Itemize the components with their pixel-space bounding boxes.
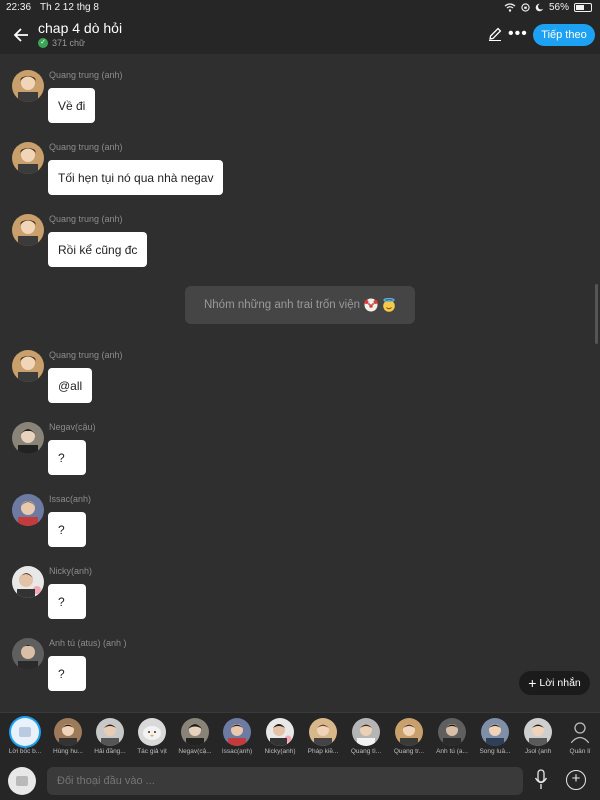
status-bar: 22:36 Th 2 12 thg 8 56% bbox=[0, 0, 600, 16]
character-label: Nicky(anh) bbox=[264, 748, 296, 755]
manage-characters-button[interactable]: Quản lí bbox=[560, 718, 600, 755]
character-strip: Lời bốc b... Hùng hu... Hải đăng... Tác … bbox=[0, 712, 600, 762]
avatar bbox=[481, 718, 509, 746]
character-item[interactable]: Jsol (anh bbox=[518, 718, 558, 755]
character-item[interactable]: Hùng hu... bbox=[48, 718, 88, 755]
add-icon[interactable]: + bbox=[566, 770, 586, 790]
character-label: Hải đăng... bbox=[94, 748, 126, 755]
avatar[interactable] bbox=[12, 494, 44, 526]
avatar bbox=[223, 718, 251, 746]
chat-area[interactable]: Quang trung (anh) Về đi Quang trung (anh… bbox=[0, 54, 600, 710]
check-icon: ✓ bbox=[38, 38, 48, 48]
character-item[interactable]: Song luâ... bbox=[475, 718, 515, 755]
character-label: Lời bốc b... bbox=[8, 748, 42, 755]
message-bubble[interactable]: Về đi bbox=[48, 88, 96, 123]
microphone-icon[interactable] bbox=[534, 769, 548, 791]
message-bubble[interactable]: Rồi kể cũng đc bbox=[48, 232, 148, 267]
character-label: Jsol (anh bbox=[524, 748, 552, 755]
message-bubble[interactable]: @all bbox=[48, 368, 93, 403]
plus-icon: + bbox=[528, 675, 537, 691]
character-item[interactable]: Anh tú (a... bbox=[432, 718, 472, 755]
character-item[interactable]: Negav(cậ... bbox=[175, 718, 215, 755]
smiling-face-with-halo-emoji bbox=[382, 298, 396, 312]
character-item[interactable]: Quang tì... bbox=[346, 718, 386, 755]
message-bubble[interactable]: Tối hẹn tụi nó qua nhà negav bbox=[48, 160, 224, 195]
avatar bbox=[181, 718, 209, 746]
sender-name: Quang trung (anh) bbox=[49, 350, 123, 360]
sender-name: Anh tú (atus) (anh ) bbox=[49, 638, 127, 648]
system-message-text: Nhóm những anh trai trốn viện bbox=[203, 299, 360, 311]
app-header: chap 4 dò hỏi ✓ 371 chữ ••• Tiếp theo bbox=[0, 16, 600, 54]
wifi-icon bbox=[504, 3, 516, 12]
character-item[interactable]: Issac(anh) bbox=[217, 718, 257, 755]
more-options-icon[interactable]: ••• bbox=[508, 25, 528, 43]
avatar[interactable] bbox=[12, 142, 44, 174]
input-bar: + bbox=[0, 762, 600, 800]
system-message: Nhóm những anh trai trốn viện bbox=[185, 286, 415, 324]
avatar[interactable] bbox=[12, 422, 44, 454]
avatar[interactable] bbox=[12, 566, 44, 598]
moon-icon bbox=[535, 3, 544, 12]
sender-name: Negav(cậu) bbox=[49, 422, 96, 432]
character-label: Hùng hu... bbox=[53, 748, 83, 755]
add-message-label: Lời nhắn bbox=[539, 677, 581, 689]
message-input[interactable] bbox=[47, 767, 523, 795]
chat-bubble-icon bbox=[11, 718, 39, 746]
avatar[interactable] bbox=[12, 350, 44, 382]
message-bubble[interactable]: ? bbox=[48, 512, 86, 547]
character-item[interactable]: Tác giả vịt bbox=[132, 718, 172, 755]
word-count: 371 chữ bbox=[52, 38, 86, 48]
avatar bbox=[309, 718, 337, 746]
add-message-button[interactable]: + Lời nhắn bbox=[519, 671, 590, 695]
character-label: Song luâ... bbox=[479, 748, 511, 755]
character-narrator[interactable]: Lời bốc b... bbox=[5, 718, 45, 755]
character-label: Pháp kiề... bbox=[307, 748, 339, 755]
message-bubble[interactable]: ? bbox=[48, 584, 86, 619]
sender-name: Quang trung (anh) bbox=[49, 70, 123, 80]
avatar bbox=[395, 718, 423, 746]
avatar bbox=[266, 718, 294, 746]
character-label: Negav(cậ... bbox=[178, 748, 212, 755]
person-icon bbox=[566, 718, 594, 746]
status-time: 22:36 bbox=[6, 2, 32, 13]
edit-pencil-icon[interactable] bbox=[487, 26, 503, 42]
character-item[interactable]: Nicky(anh) bbox=[260, 718, 300, 755]
status-right: 56% bbox=[504, 2, 592, 13]
manage-label: Quản lí bbox=[569, 748, 591, 755]
avatar[interactable] bbox=[12, 70, 44, 102]
avatar bbox=[352, 718, 380, 746]
avatar[interactable] bbox=[12, 214, 44, 246]
character-label: Quang tr... bbox=[393, 748, 425, 755]
sender-name: Quang trung (anh) bbox=[49, 214, 123, 224]
battery-icon bbox=[574, 3, 592, 12]
character-label: Tác giả vịt bbox=[137, 748, 167, 755]
sender-name: Nicky(anh) bbox=[49, 566, 93, 576]
avatar bbox=[438, 718, 466, 746]
character-label: Quang tì... bbox=[350, 748, 382, 755]
sender-name: Quang trung (anh) bbox=[49, 142, 123, 152]
avatar bbox=[524, 718, 552, 746]
message-bubble[interactable]: ? bbox=[48, 656, 86, 691]
character-label: Issac(anh) bbox=[221, 748, 253, 755]
next-button[interactable]: Tiếp theo bbox=[533, 24, 595, 46]
character-item[interactable]: Hải đăng... bbox=[90, 718, 130, 755]
character-item[interactable]: Quang tr... bbox=[389, 718, 429, 755]
status-date: Th 2 12 thg 8 bbox=[40, 2, 99, 13]
character-label: Anh tú (a... bbox=[436, 748, 468, 755]
avatar bbox=[54, 718, 82, 746]
character-item[interactable]: Pháp kiề... bbox=[303, 718, 343, 755]
clown-face-emoji bbox=[364, 298, 378, 312]
chat-mode-icon[interactable] bbox=[8, 767, 36, 795]
sender-name: Issac(anh) bbox=[49, 494, 92, 504]
orientation-lock-icon bbox=[521, 3, 530, 12]
avatar bbox=[138, 718, 166, 746]
avatar bbox=[96, 718, 124, 746]
back-arrow-icon[interactable] bbox=[12, 25, 32, 45]
avatar[interactable] bbox=[12, 638, 44, 670]
word-count-row: ✓ 371 chữ bbox=[38, 38, 85, 48]
chapter-title: chap 4 dò hỏi bbox=[38, 20, 123, 36]
battery-percent: 56% bbox=[548, 2, 569, 13]
scrollbar[interactable] bbox=[595, 284, 598, 344]
message-bubble[interactable]: ? bbox=[48, 440, 86, 475]
